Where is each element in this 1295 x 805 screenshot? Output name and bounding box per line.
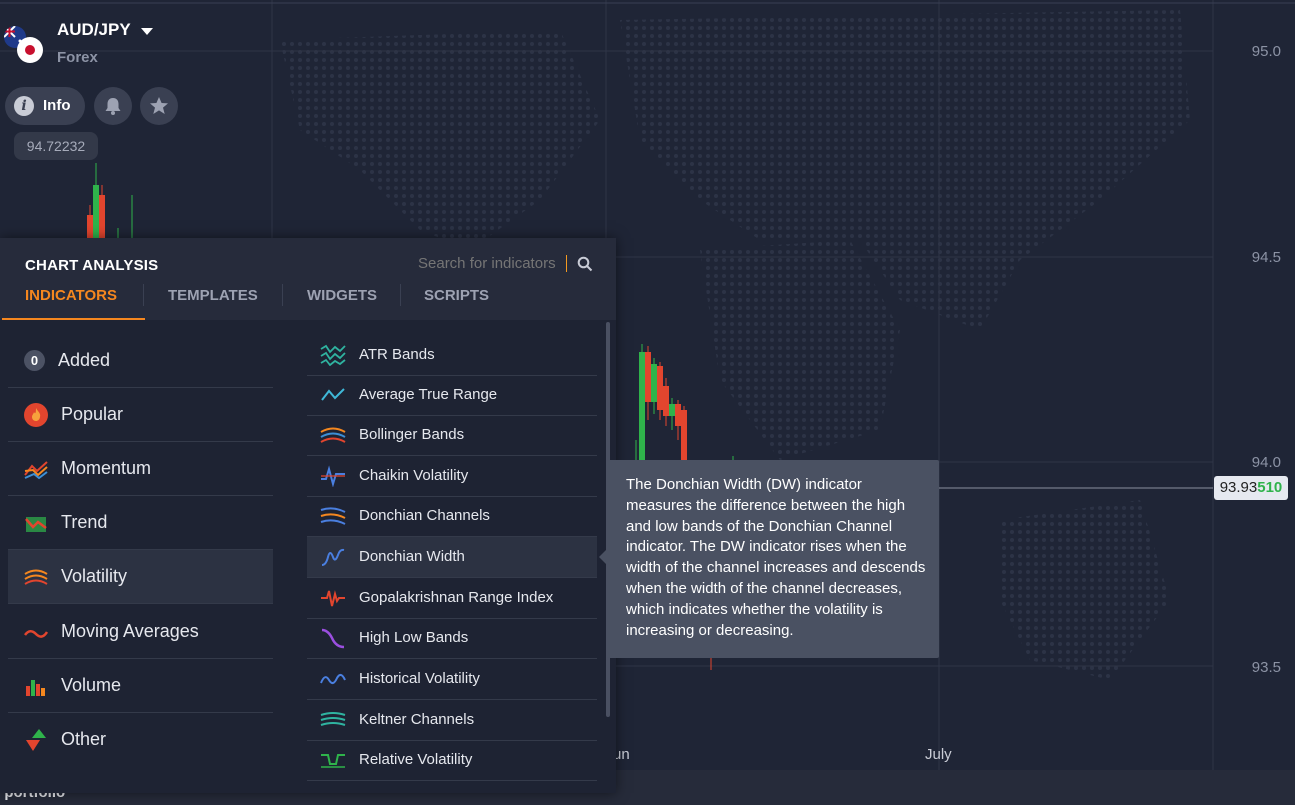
price-tick: 95.0 <box>1251 43 1281 60</box>
active-tab-indicator <box>2 318 145 320</box>
moving-average-icon <box>24 630 48 638</box>
quote-value: 94.72232 <box>14 132 98 160</box>
indicator-label: Chaikin Volatility <box>359 467 469 484</box>
atr-bands-icon <box>320 344 346 366</box>
fire-icon <box>24 403 48 427</box>
category-added[interactable]: 0 Added <box>8 334 273 388</box>
price-tick: 94.5 <box>1251 249 1281 266</box>
category-popular[interactable]: Popular <box>8 388 273 442</box>
indicator-relative-volatility[interactable]: Relative Volatility <box>307 740 597 781</box>
favorite-button[interactable] <box>140 87 178 125</box>
price-tick: 94.0 <box>1251 454 1281 471</box>
candles-left <box>87 163 133 238</box>
indicator-average-true-range[interactable]: Average True Range <box>307 375 597 416</box>
current-price-badge: 93.93510 <box>1214 476 1288 500</box>
category-other[interactable]: Other <box>8 713 273 766</box>
volatility-icon <box>24 569 48 585</box>
category-label: Moving Averages <box>61 621 199 641</box>
chaikin-volatility-icon <box>321 465 345 487</box>
trend-icon <box>25 517 47 532</box>
search-icon[interactable] <box>577 256 593 272</box>
category-volatility[interactable]: Volatility <box>8 550 273 604</box>
average-true-range-icon <box>321 388 345 401</box>
donchian-width-icon <box>321 548 345 566</box>
indicator-gopalakrishnan-range-index[interactable]: Gopalakrishnan Range Index <box>307 578 597 619</box>
indicator-label: Keltner Channels <box>359 711 475 728</box>
current-price-highlight: 510 <box>1257 479 1283 496</box>
info-button[interactable]: i Info <box>5 87 85 125</box>
star-icon <box>150 97 168 114</box>
time-tick: July <box>925 746 952 763</box>
tab-divider <box>400 284 401 306</box>
high-low-bands-icon <box>321 628 345 649</box>
category-moving-averages[interactable]: Moving Averages <box>8 605 273 659</box>
indicator-label: Relative Volatility <box>359 751 473 768</box>
info-icon: i <box>14 96 34 116</box>
category-label: Momentum <box>61 458 152 478</box>
category-label: Added <box>58 350 111 370</box>
indicator-label: ATR Bands <box>359 346 435 363</box>
keltner-channels-icon <box>320 712 346 726</box>
indicator-keltner-channels[interactable]: Keltner Channels <box>307 700 597 741</box>
indicator-description-tooltip: The Donchian Width (DW) indicator measur… <box>599 460 939 658</box>
indicator-label: Donchian Width <box>359 548 465 565</box>
indicator-historical-volatility[interactable]: Historical Volatility <box>307 659 597 700</box>
relative-volatility-icon <box>321 754 345 768</box>
indicator-label: Donchian Channels <box>359 507 490 524</box>
indicator-label: High Low Bands <box>359 629 469 646</box>
historical-volatility-icon <box>320 674 346 684</box>
current-price-main: 93.93 <box>1219 479 1258 496</box>
donchian-channels-icon <box>320 507 346 525</box>
asset-name[interactable]: AUD/JPY <box>57 20 131 40</box>
bollinger-bands-icon <box>320 427 346 443</box>
asset-type: Forex <box>57 49 98 66</box>
tab-divider <box>143 284 144 306</box>
info-button-label: Info <box>43 97 71 114</box>
bell-icon <box>105 98 121 115</box>
chevron-down-icon[interactable] <box>141 28 153 35</box>
indicator-label: Historical Volatility <box>359 670 480 687</box>
tab-indicators[interactable]: INDICATORS <box>25 287 117 304</box>
added-count-badge: 0 <box>24 350 45 371</box>
category-label: Volume <box>61 675 122 695</box>
tab-divider <box>282 284 283 306</box>
category-label: Popular <box>61 404 124 424</box>
chart-analysis-panel: CHART ANALYSIS INDICATORS TEMPLATES WIDG… <box>0 238 616 793</box>
category-label: Trend <box>61 512 108 532</box>
tooltip-text: The Donchian Width (DW) indicator measur… <box>626 476 926 639</box>
indicator-search-input[interactable] <box>418 255 567 272</box>
gopalakrishnan-range-index-icon <box>321 590 345 607</box>
indicator-chaikin-volatility[interactable]: Chaikin Volatility <box>307 456 597 497</box>
panel-title: CHART ANALYSIS <box>25 257 159 274</box>
panel-header: CHART ANALYSIS INDICATORS TEMPLATES WIDG… <box>0 238 616 320</box>
tab-scripts[interactable]: SCRIPTS <box>424 287 489 304</box>
category-label: Other <box>61 729 107 749</box>
momentum-icon <box>24 461 48 480</box>
category-label: Volatility <box>61 566 128 586</box>
category-volume[interactable]: Volume <box>8 659 273 713</box>
category-momentum[interactable]: Momentum <box>8 442 273 496</box>
indicator-donchian-width[interactable]: Donchian Width <box>307 537 597 578</box>
indicator-label: Bollinger Bands <box>359 426 465 443</box>
alert-button[interactable] <box>94 87 132 125</box>
indicator-high-low-bands[interactable]: High Low Bands <box>307 618 597 659</box>
indicator-donchian-channels[interactable]: Donchian Channels <box>307 496 597 537</box>
tab-widgets[interactable]: WIDGETS <box>307 287 377 304</box>
category-trend[interactable]: Trend <box>8 496 273 550</box>
volume-icon <box>26 680 45 696</box>
japan-flag-icon <box>17 37 43 63</box>
indicator-bollinger-bands[interactable]: Bollinger Bands <box>307 415 597 456</box>
price-tick: 93.5 <box>1251 659 1281 676</box>
other-icon <box>26 729 46 751</box>
indicator-label: Gopalakrishnan Range Index <box>359 589 554 606</box>
indicator-atr-bands[interactable]: ATR Bands <box>307 335 597 376</box>
indicator-label: Average True Range <box>359 386 498 403</box>
tab-templates[interactable]: TEMPLATES <box>168 287 258 304</box>
